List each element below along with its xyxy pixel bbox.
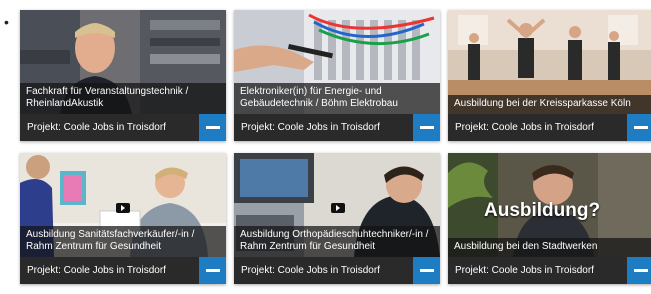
- minus-icon: [633, 126, 648, 129]
- card-footer: Projekt: Coole Jobs in Troisdorf: [234, 257, 440, 284]
- minus-icon: [633, 269, 648, 272]
- video-card[interactable]: Ausbildung Orthopädieschuhtechniker/-in …: [234, 153, 440, 284]
- project-label: Projekt: Coole Jobs in Troisdorf: [27, 122, 166, 133]
- minus-icon: [205, 269, 220, 272]
- minus-icon: [419, 126, 434, 129]
- video-title: Ausbildung bei der Kreissparkasse Köln: [448, 95, 651, 114]
- video-card[interactable]: Fachkraft für Veranstaltungstechnik / Rh…: [20, 10, 226, 141]
- project-label: Projekt: Coole Jobs in Troisdorf: [241, 265, 380, 276]
- video-title: Ausbildung Sanitätsfachverkäufer/-in / R…: [20, 226, 226, 257]
- video-card[interactable]: Ausbildung? Ausbildung bei den Stadtwerk…: [448, 153, 651, 284]
- minus-icon: [205, 126, 220, 129]
- video-thumbnail[interactable]: Elektroniker(in) für Energie- und Gebäud…: [234, 10, 440, 114]
- video-thumbnail[interactable]: Ausbildung bei der Kreissparkasse Köln: [448, 10, 651, 114]
- video-card[interactable]: Ausbildung bei der Kreissparkasse Köln P…: [448, 10, 651, 141]
- project-label: Projekt: Coole Jobs in Troisdorf: [455, 122, 594, 133]
- card-footer: Projekt: Coole Jobs in Troisdorf: [20, 114, 226, 141]
- collapse-button[interactable]: [199, 257, 226, 284]
- video-title: Ausbildung Orthopädieschuhtechniker/-in …: [234, 226, 440, 257]
- collapse-button[interactable]: [627, 257, 651, 284]
- video-thumbnail[interactable]: Fachkraft für Veranstaltungstechnik / Rh…: [20, 10, 226, 114]
- minus-icon: [419, 269, 434, 272]
- card-footer: Projekt: Coole Jobs in Troisdorf: [448, 114, 651, 141]
- video-thumbnail[interactable]: Ausbildung? Ausbildung bei den Stadtwerk…: [448, 153, 651, 257]
- video-card[interactable]: Elektroniker(in) für Energie- und Gebäud…: [234, 10, 440, 141]
- video-thumbnail[interactable]: Ausbildung Sanitätsfachverkäufer/-in / R…: [20, 153, 226, 257]
- video-thumbnail[interactable]: Ausbildung Orthopädieschuhtechniker/-in …: [234, 153, 440, 257]
- video-title: Elektroniker(in) für Energie- und Gebäud…: [234, 83, 440, 114]
- collapse-button[interactable]: [413, 114, 440, 141]
- collapse-button[interactable]: [199, 114, 226, 141]
- video-card[interactable]: Ausbildung Sanitätsfachverkäufer/-in / R…: [20, 153, 226, 284]
- collapse-button[interactable]: [627, 114, 651, 141]
- project-label: Projekt: Coole Jobs in Troisdorf: [27, 265, 166, 276]
- video-title: Fachkraft für Veranstaltungstechnik / Rh…: [20, 83, 226, 114]
- project-label: Projekt: Coole Jobs in Troisdorf: [241, 122, 380, 133]
- card-footer: Projekt: Coole Jobs in Troisdorf: [234, 114, 440, 141]
- video-title: Ausbildung bei den Stadtwerken: [448, 238, 651, 257]
- collapse-button[interactable]: [413, 257, 440, 284]
- play-icon[interactable]: [116, 203, 130, 213]
- card-footer: Projekt: Coole Jobs in Troisdorf: [448, 257, 651, 284]
- play-icon[interactable]: [331, 203, 345, 213]
- list-bullet: •: [4, 14, 9, 30]
- card-footer: Projekt: Coole Jobs in Troisdorf: [20, 257, 226, 284]
- project-label: Projekt: Coole Jobs in Troisdorf: [455, 265, 594, 276]
- overlay-text: Ausbildung?: [484, 200, 601, 221]
